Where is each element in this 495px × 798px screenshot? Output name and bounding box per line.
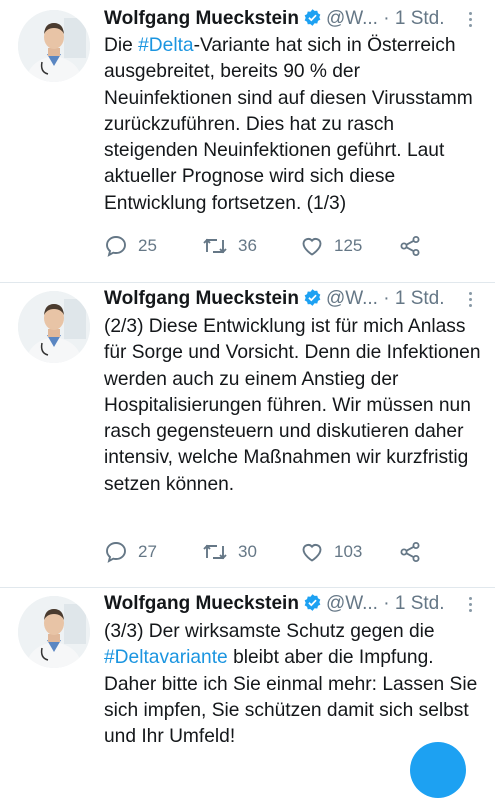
- tweet-timestamp[interactable]: 1 Std.: [395, 593, 445, 614]
- avatar[interactable]: [18, 596, 90, 668]
- share-icon: [400, 236, 420, 256]
- author-name[interactable]: Wolfgang Mueckstein: [104, 8, 299, 29]
- reply-icon: [106, 236, 126, 257]
- hashtag-link[interactable]: #Delta: [138, 35, 193, 56]
- retweet-button[interactable]: 36: [202, 232, 257, 260]
- avatar[interactable]: [18, 10, 90, 82]
- like-button[interactable]: 103: [300, 538, 362, 566]
- tweet-timestamp[interactable]: 1 Std.: [395, 288, 445, 309]
- retweet-icon: [203, 238, 227, 254]
- tweet-header: Wolfgang Mueckstein @W... · 1 Std.: [104, 286, 495, 312]
- reply-icon: [106, 542, 126, 563]
- header-separator: ·: [383, 288, 390, 309]
- compose-tweet-button[interactable]: [410, 742, 466, 798]
- like-icon: [302, 544, 322, 562]
- retweet-count: 30: [238, 542, 257, 561]
- more-options-icon[interactable]: [461, 591, 481, 617]
- header-separator: ·: [383, 8, 390, 29]
- verified-badge-icon: [303, 593, 322, 620]
- author-handle[interactable]: @W...: [326, 593, 378, 614]
- share-icon: [400, 542, 420, 562]
- hashtag-link[interactable]: #Deltavariante: [104, 647, 228, 668]
- like-count: 125: [334, 236, 363, 255]
- reply-button[interactable]: 27: [104, 538, 157, 566]
- like-button[interactable]: 125: [300, 232, 362, 260]
- reply-count: 27: [138, 542, 157, 561]
- retweet-icon: [203, 544, 227, 560]
- tweet-text: (2/3) Diese Entwicklung ist für mich Anl…: [104, 316, 481, 495]
- author-name[interactable]: Wolfgang Mueckstein: [104, 593, 299, 614]
- tweet[interactable]: Wolfgang Mueckstein @W... · 1 Std. (3/3) …: [0, 588, 495, 750]
- reply-button[interactable]: 25: [104, 232, 157, 260]
- retweet-button[interactable]: 30: [202, 538, 257, 566]
- share-button[interactable]: [398, 538, 432, 566]
- tweet-header: Wolfgang Mueckstein @W... · 1 Std.: [104, 591, 495, 617]
- tweet-timestamp[interactable]: 1 Std.: [395, 8, 445, 29]
- verified-badge-icon: [303, 288, 322, 315]
- more-options-icon[interactable]: [461, 6, 481, 32]
- avatar[interactable]: [18, 291, 90, 363]
- tweet-text: (3/3) Der wirksamste Schutz gegen die #D…: [104, 621, 478, 748]
- like-count: 103: [334, 542, 363, 561]
- author-handle[interactable]: @W...: [326, 288, 378, 309]
- tweet[interactable]: Wolfgang Mueckstein @W... · 1 Std. (2/3) …: [0, 283, 495, 587]
- tweet-actions: 25 36 125: [104, 232, 484, 260]
- header-separator: ·: [383, 593, 390, 614]
- reply-count: 25: [138, 236, 157, 255]
- share-button[interactable]: [398, 232, 432, 260]
- tweet-actions: 27 30 103: [104, 538, 484, 566]
- tweet[interactable]: Wolfgang Mueckstein @W... · 1 Std. Die #D…: [0, 0, 495, 282]
- more-options-icon[interactable]: [461, 286, 481, 312]
- retweet-count: 36: [238, 236, 257, 255]
- tweet-header: Wolfgang Mueckstein @W... · 1 Std.: [104, 6, 495, 32]
- author-handle[interactable]: @W...: [326, 8, 378, 29]
- like-icon: [302, 238, 322, 256]
- author-name[interactable]: Wolfgang Mueckstein: [104, 288, 299, 309]
- tweet-text: Die #Delta-Variante hat sich in Österrei…: [104, 35, 473, 214]
- verified-badge-icon: [303, 8, 322, 35]
